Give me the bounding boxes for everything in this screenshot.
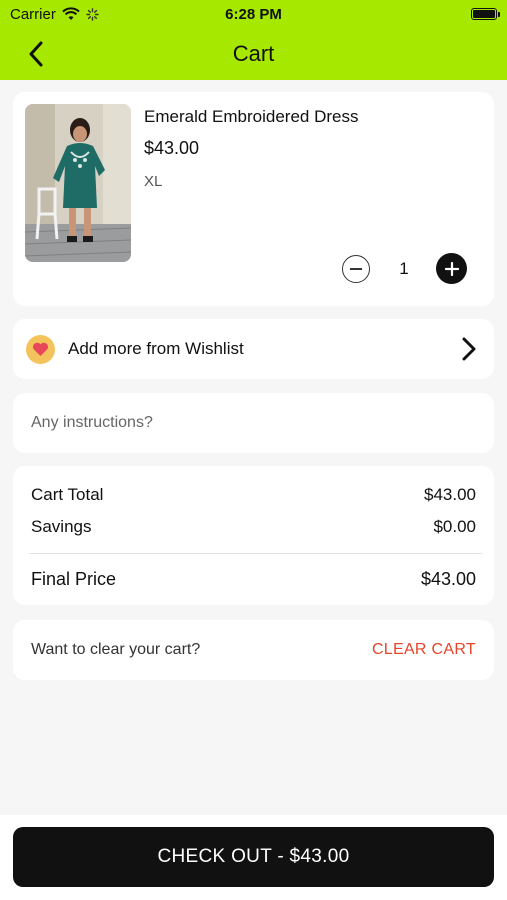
- product-size: XL: [144, 173, 163, 190]
- status-bar: Carrier 6:28 PM: [0, 0, 507, 28]
- page-title: Cart: [232, 41, 275, 66]
- product-price: $43.00: [144, 138, 200, 158]
- battery-icon: [471, 8, 500, 20]
- wishlist-label: Add more from Wishlist: [68, 339, 244, 358]
- minus-icon: [350, 268, 362, 270]
- checkout-button[interactable]: CHECK OUT - $43.00: [13, 827, 494, 887]
- instructions-card: [13, 393, 494, 453]
- final-price-value: $43.00: [420, 569, 476, 589]
- savings-value: $0.00: [433, 517, 476, 536]
- final-price-row: Final Price $43.00: [31, 569, 476, 590]
- heart-icon: [32, 342, 49, 356]
- cart-total-row: Cart Total $43.00: [31, 485, 476, 505]
- heart-badge: [26, 335, 55, 364]
- plus-icon: [444, 261, 459, 276]
- cart-item-card: Emerald Embroidered Dress $43.00 XL 1: [13, 92, 494, 306]
- increase-quantity-button[interactable]: [436, 253, 467, 284]
- cart-total-label: Cart Total: [31, 485, 104, 504]
- checkout-label: CHECK OUT - $43.00: [157, 846, 350, 867]
- checkout-bar: CHECK OUT - $43.00: [0, 815, 507, 900]
- chevron-left-icon: [29, 41, 43, 67]
- clear-cart-button[interactable]: CLEAR CART: [372, 641, 476, 659]
- navigation-bar: Cart: [0, 28, 507, 80]
- savings-label: Savings: [31, 517, 92, 536]
- quantity-value: 1: [399, 259, 409, 278]
- product-name: Emerald Embroidered Dress: [144, 107, 359, 126]
- add-from-wishlist-row[interactable]: Add more from Wishlist: [13, 319, 494, 379]
- product-image[interactable]: [25, 104, 131, 262]
- back-button[interactable]: [20, 38, 52, 70]
- wifi-icon: [62, 7, 80, 20]
- status-left: Carrier: [10, 6, 99, 23]
- chevron-right-icon: [462, 337, 476, 361]
- order-summary-card: Cart Total $43.00 Savings $0.00 Final Pr…: [13, 466, 494, 605]
- carrier-label: Carrier: [10, 5, 56, 23]
- decrease-quantity-button[interactable]: [342, 255, 370, 283]
- battery-fill: [473, 10, 495, 18]
- divider: [29, 553, 482, 554]
- savings-row: Savings $0.00: [31, 517, 476, 537]
- final-price-label: Final Price: [31, 569, 117, 589]
- product-photo: [25, 104, 131, 262]
- activity-spinner-icon: [86, 7, 99, 21]
- clear-cart-card: Want to clear your cart? CLEAR CART: [13, 620, 494, 680]
- clear-cart-prompt: Want to clear your cart?: [31, 641, 201, 658]
- instructions-input[interactable]: [13, 393, 494, 453]
- cart-total-value: $43.00: [424, 485, 476, 504]
